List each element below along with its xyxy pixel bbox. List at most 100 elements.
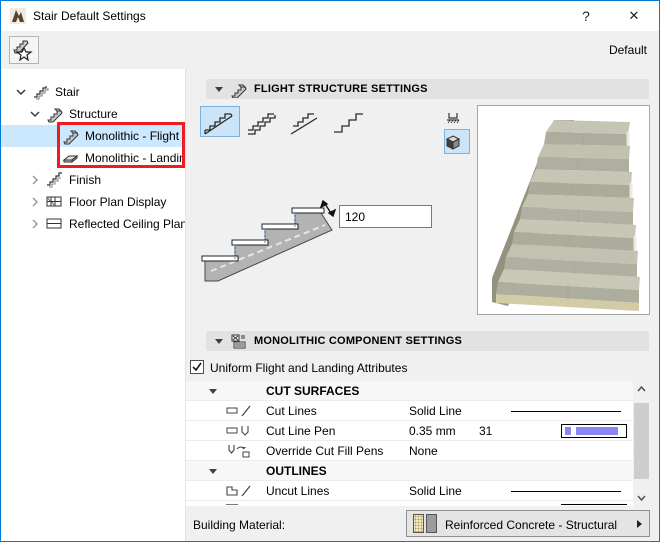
partial-swatch	[561, 504, 627, 506]
stringer-stair-button[interactable]	[286, 106, 326, 137]
stepped-beam-stair-button[interactable]	[243, 106, 283, 137]
stair-favorite-icon	[10, 38, 38, 62]
collapse-triangle-icon	[215, 339, 223, 344]
symbolic-2d-view-icon	[445, 109, 461, 125]
table-row-override-cut-fill-pens[interactable]: Override Cut Fill Pens None	[186, 441, 633, 461]
table-row-uncut-lines[interactable]: Uncut Lines Solid Line	[186, 481, 633, 501]
archicad-logo-icon	[10, 8, 26, 24]
stair-set-icon	[32, 83, 50, 101]
monolithic-landing-icon	[62, 149, 80, 167]
stair-3d-preview[interactable]	[477, 105, 650, 315]
section-label: CUT SURFACES	[266, 384, 359, 398]
table-scrollbar[interactable]	[633, 381, 650, 506]
row-value: None	[409, 444, 438, 458]
tree-item-label: Structure	[69, 107, 118, 121]
section-title: FLIGHT STRUCTURE SETTINGS	[254, 83, 428, 95]
pen-color-block	[576, 427, 618, 435]
tree-item-monolithic-flight[interactable]: Monolithic - Flight	[1, 125, 186, 147]
row-value: 0.35 mm	[409, 424, 456, 438]
monolithic-stair-icon	[201, 108, 239, 136]
symbolic-2d-view-button[interactable]	[444, 104, 470, 129]
pen-color-block	[565, 427, 571, 435]
monolithic-stair-button[interactable]	[200, 106, 240, 137]
favorites-button[interactable]	[9, 36, 39, 64]
tree-item-label: Stair	[55, 85, 80, 99]
default-label: Default	[609, 43, 647, 57]
settings-tree: Stair Structure Monolithic - Flight Mono…	[1, 69, 186, 541]
tree-item-label: Reflected Ceiling Plan	[69, 217, 186, 231]
settings-panel: FLIGHT STRUCTURE SETTINGS	[187, 69, 660, 541]
scroll-up-icon[interactable]	[633, 381, 650, 398]
chevron-right-icon[interactable]	[27, 172, 43, 188]
cut-line-pen-icon	[226, 423, 252, 439]
row-value: Solid Line	[409, 404, 462, 418]
table-row-cut-line-pen[interactable]: Cut Line Pen 0.35 mm 31	[186, 421, 633, 441]
tree-item-finish[interactable]: Finish	[1, 169, 186, 191]
tree-item-label: Finish	[69, 173, 101, 187]
solid-line-preview	[511, 491, 621, 492]
partial-icon	[226, 504, 238, 506]
flight-thickness-input[interactable]	[339, 205, 432, 228]
chevron-down-icon[interactable]	[27, 106, 43, 122]
model-3d-view-button[interactable]	[444, 129, 470, 154]
stair-default-settings-dialog: Stair Default Settings ? ✕ Default Stair…	[0, 0, 660, 542]
building-material-dropdown[interactable]: Reinforced Concrete - Structural	[406, 510, 650, 537]
finish-icon	[46, 171, 64, 189]
tree-item-floor-plan-display[interactable]: Floor Plan Display	[1, 191, 186, 213]
close-button[interactable]: ✕	[617, 1, 651, 31]
scrollbar-thumb[interactable]	[634, 403, 649, 479]
flight-structure-header[interactable]: FLIGHT STRUCTURE SETTINGS	[206, 79, 649, 99]
chevron-right-icon[interactable]	[27, 194, 43, 210]
table-section-cut-surfaces[interactable]: CUT SURFACES	[186, 381, 633, 401]
collapse-triangle-icon	[209, 389, 217, 394]
row-label: Cut Line Pen	[266, 424, 335, 438]
section-label: OUTLINES	[266, 464, 327, 478]
row-value: Solid Line	[409, 484, 462, 498]
pen-color-swatch[interactable]	[561, 424, 627, 438]
row-label: Cut Lines	[266, 404, 317, 418]
title-bar[interactable]: Stair Default Settings ? ✕	[1, 1, 659, 31]
component-settings-icon	[230, 333, 247, 350]
tree-item-label: Floor Plan Display	[69, 195, 166, 209]
tree-item-monolithic-landing[interactable]: Monolithic - Landing	[1, 147, 186, 169]
component-settings-header[interactable]: MONOLITHIC COMPONENT SETTINGS	[206, 331, 649, 351]
table-row-cut-lines[interactable]: Cut Lines Solid Line	[186, 401, 633, 421]
cantilevered-stair-button[interactable]	[329, 106, 369, 137]
flight-structure-icon	[230, 81, 247, 98]
floor-plan-icon	[46, 193, 64, 211]
monolithic-flight-icon	[62, 127, 80, 145]
collapse-triangle-icon	[209, 469, 217, 474]
help-button[interactable]: ?	[569, 1, 603, 31]
building-material-label: Building Material:	[193, 518, 285, 532]
chevron-right-icon[interactable]	[27, 216, 43, 232]
tree-item-label: Monolithic - Flight	[85, 129, 179, 143]
stepped-beam-stair-icon	[244, 108, 282, 136]
stair-section-diagram	[201, 189, 339, 291]
window-title: Stair Default Settings	[33, 9, 146, 23]
solid-line-preview	[511, 411, 621, 412]
stringer-stair-icon	[287, 108, 325, 136]
material-surface-swatch	[426, 514, 437, 533]
tree-item-structure[interactable]: Structure	[1, 103, 186, 125]
model-3d-view-icon	[445, 134, 461, 150]
tree-item-stair[interactable]: Stair	[1, 81, 186, 103]
tree-item-label: Monolithic - Landing	[85, 151, 186, 165]
material-fill-swatch	[413, 514, 424, 533]
scroll-down-icon[interactable]	[633, 489, 650, 506]
reflected-ceiling-icon	[46, 215, 64, 233]
chevron-down-icon[interactable]	[13, 84, 29, 100]
tree-item-reflected-ceiling-plan[interactable]: Reflected Ceiling Plan	[1, 213, 186, 235]
checkmark-icon	[191, 361, 203, 373]
uniform-attributes-checkbox[interactable]	[190, 360, 204, 374]
row-label: Uncut Lines	[266, 484, 329, 498]
structure-stair-icon	[46, 105, 64, 123]
row-label: Override Cut Fill Pens	[266, 444, 383, 458]
cantilevered-stair-icon	[330, 108, 368, 136]
uniform-attributes-label: Uniform Flight and Landing Attributes	[210, 361, 407, 375]
pen-number: 31	[479, 424, 492, 438]
cut-lines-icon	[226, 403, 252, 419]
table-section-outlines[interactable]: OUTLINES	[186, 461, 633, 481]
component-attributes-table: CUT SURFACES Cut Lines Solid Line	[186, 381, 633, 506]
flyout-arrow-icon	[637, 520, 642, 528]
building-material-value: Reinforced Concrete - Structural	[445, 518, 617, 532]
